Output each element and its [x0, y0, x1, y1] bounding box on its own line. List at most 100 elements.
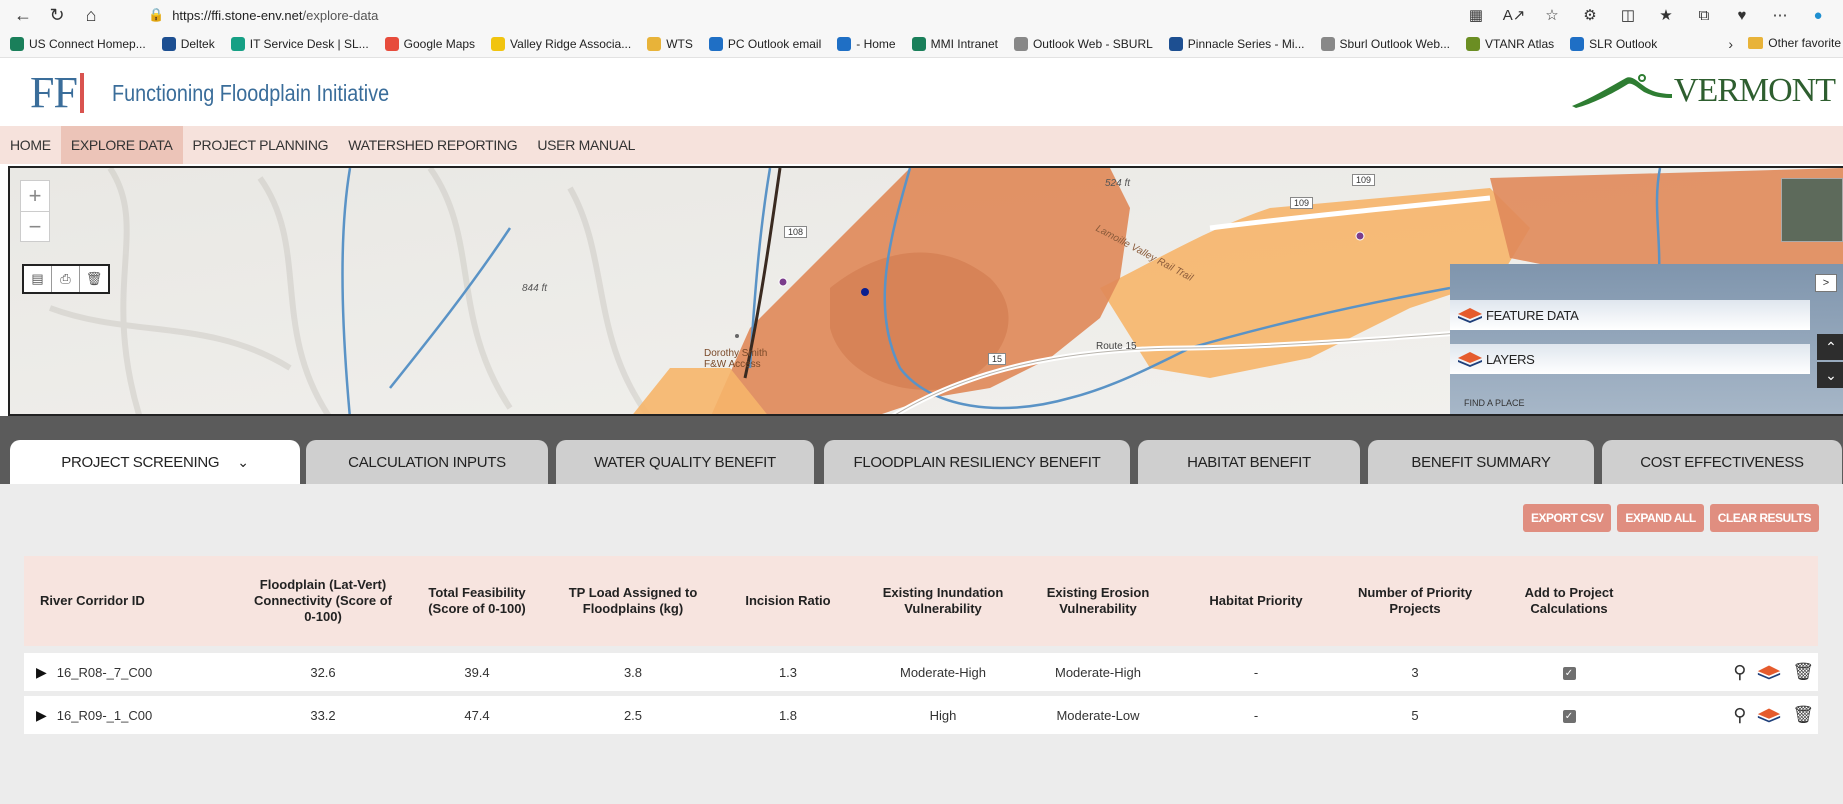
column-header: Total Feasibility (Score of 0-100)	[428, 585, 526, 616]
favorite-label: VTANR Atlas	[1485, 36, 1555, 51]
favorites-icon[interactable]: ★	[1647, 2, 1685, 28]
favorite-icon	[708, 36, 723, 51]
performance-icon[interactable]: ♥	[1723, 2, 1761, 28]
expand-row-icon[interactable]: ▶	[36, 664, 47, 681]
nav-item-project-planning[interactable]: PROJECT PLANNING	[183, 126, 339, 164]
print-icon[interactable]: ⎙	[52, 266, 80, 292]
ffi-logo[interactable]: FF	[30, 71, 84, 115]
expand-down-icon[interactable]: ⌄	[1817, 362, 1843, 388]
favorite-item[interactable]: Google Maps	[384, 36, 475, 51]
expand-all-button[interactable]: EXPAND ALL	[1617, 504, 1704, 532]
elevation-label-844: 844 ft	[522, 283, 548, 294]
tab-cost-effectiveness[interactable]: COST EFFECTIVENESS	[1602, 440, 1842, 484]
nav-item-home[interactable]: HOME	[0, 126, 61, 164]
table-row[interactable]: ▶ 16_R09-_1_C00 33.2 47.4 2.5 1.8 High Moderate…	[24, 696, 1818, 734]
trash-icon[interactable]: 🗑	[1792, 705, 1814, 725]
layers-row[interactable]: LAYERS	[1450, 344, 1810, 374]
favorite-label: - Home	[856, 36, 896, 51]
favorite-item[interactable]: Pinnacle Series - Mi...	[1168, 36, 1305, 51]
zoom-in-icon[interactable]: +	[21, 181, 49, 211]
main-nav: HOME EXPLORE DATA PROJECT PLANNING WATERSHE…	[0, 126, 1843, 164]
collections-icon[interactable]: ⧉	[1685, 2, 1723, 28]
tab-habitat-benefit[interactable]: HABITAT BENEFIT	[1138, 440, 1360, 484]
favorite-item[interactable]: PC Outlook email	[708, 36, 821, 51]
add-to-calculations-checkbox[interactable]: ✓	[1562, 710, 1576, 723]
measure-icon[interactable]: ▤	[24, 266, 52, 292]
url-path: /explore-data	[302, 7, 379, 23]
vermont-mountain-icon	[1571, 74, 1672, 108]
cell-tp-load: 2.5	[623, 707, 643, 723]
favorite-icon	[10, 36, 24, 51]
expand-row-icon[interactable]: ▶	[36, 707, 47, 724]
favorite-icon	[1466, 36, 1481, 51]
table-row[interactable]: ▶ 16_R08-_7_C00 32.6 39.4 3.8 1.3 Moderate-Hig…	[24, 653, 1818, 691]
tab-project-screening[interactable]: PROJECT SCREENING ⌄	[10, 440, 300, 484]
vermont-logo[interactable]: VERMONT	[1571, 72, 1836, 108]
favorite-icon	[491, 36, 506, 51]
favorite-icon	[1570, 36, 1585, 51]
cell-projects: 5	[1411, 707, 1419, 723]
more-icon[interactable]: ⋯	[1761, 2, 1799, 28]
tab-calculation-inputs[interactable]: CALCULATION INPUTS	[306, 440, 548, 484]
refresh-icon[interactable]: ↻	[40, 1, 74, 29]
favorite-item[interactable]: Outlook Web - SBURL	[1013, 36, 1153, 51]
address-bar[interactable]: 🔒 https://ffi.stone-env.net/explore-data	[148, 4, 378, 26]
layers-stack-icon[interactable]	[1756, 706, 1782, 724]
tab-floodplain-resiliency-benefit[interactable]: FLOODPLAIN RESILIENCY BENEFIT	[824, 440, 1130, 484]
favorite-star-icon[interactable]: ☆	[1533, 2, 1571, 28]
river-corridor-cell: ▶ 16_R09-_1_C00	[24, 707, 244, 724]
delete-icon[interactable]: 🗑	[80, 266, 108, 292]
cell-habitat: -	[1253, 664, 1259, 680]
export-csv-button[interactable]: EXPORT CSV	[1523, 504, 1612, 532]
favorite-item[interactable]: Valley Ridge Associa...	[491, 36, 631, 51]
cell-projects: 3	[1411, 664, 1419, 680]
expand-up-icon[interactable]: ⌃	[1817, 334, 1843, 360]
clear-results-button[interactable]: CLEAR RESULTS	[1709, 504, 1819, 532]
nav-item-watershed-reporting[interactable]: WATERSHED REPORTING	[338, 126, 527, 164]
favorite-item[interactable]: US Connect Homep...	[10, 36, 146, 51]
add-to-calculations-checkbox[interactable]: ✓	[1562, 667, 1576, 680]
favorite-item[interactable]: Deltek	[161, 36, 215, 51]
cell-connectivity: 32.6	[310, 664, 336, 680]
other-favorites[interactable]: Other favorite	[1748, 36, 1841, 50]
copilot-icon[interactable]: ●	[1799, 2, 1837, 28]
zoom-to-search-icon[interactable]: ⚲	[1733, 705, 1746, 726]
route-shield-109b: 109	[1290, 197, 1314, 209]
map-view[interactable]: 844 ft 524 ft Dorothy Smith F&W Access R…	[8, 166, 1843, 416]
favorite-icon	[1320, 36, 1335, 51]
favorite-item[interactable]: MMI Intranet	[911, 36, 998, 51]
logo-text: FF	[30, 68, 78, 117]
split-screen-icon[interactable]: ◫	[1609, 2, 1647, 28]
nav-item-user-manual[interactable]: USER MANUAL	[527, 126, 645, 164]
read-aloud-icon[interactable]: A↗	[1495, 2, 1533, 28]
favorite-item[interactable]: Sburl Outlook Web...	[1320, 36, 1450, 51]
tab-label: FLOODPLAIN RESILIENCY BENEFIT	[853, 453, 1101, 471]
extensions-icon[interactable]: ⚙	[1571, 2, 1609, 28]
basemap-thumbnail[interactable]	[1781, 178, 1843, 242]
favorite-item[interactable]: SLR Outlook	[1570, 36, 1657, 51]
back-icon[interactable]: ←	[6, 1, 40, 29]
zoom-to-search-icon[interactable]: ⚲	[1733, 662, 1746, 683]
trash-icon[interactable]: 🗑	[1792, 662, 1814, 682]
favorite-item[interactable]: VTANR Atlas	[1466, 36, 1555, 51]
favorites-bar: US Connect Homep... Deltek IT Service Desk…	[0, 30, 1843, 58]
favorite-label: US Connect Homep...	[29, 36, 146, 51]
zoom-out-icon[interactable]: −	[21, 211, 49, 241]
cell-erosion: Moderate-High	[1055, 664, 1141, 680]
feature-data-row[interactable]: FEATURE DATA	[1450, 300, 1810, 330]
cell-tp-load: 3.8	[623, 664, 643, 680]
chevron-down-icon[interactable]: ⌄	[237, 454, 249, 471]
favorite-item[interactable]: - Home	[837, 36, 896, 51]
home-icon[interactable]: ⌂	[74, 1, 108, 29]
favorites-overflow-icon[interactable]: ›	[1728, 36, 1733, 52]
panel-toggle-button[interactable]: >	[1815, 274, 1837, 292]
reader-view-icon[interactable]: ▦	[1457, 2, 1495, 28]
nav-item-explore-data[interactable]: EXPLORE DATA	[60, 126, 183, 164]
favorite-item[interactable]: IT Service Desk | SL...	[230, 36, 369, 51]
favorite-item[interactable]: WTS	[647, 36, 693, 51]
favorite-icon	[161, 36, 176, 51]
row-actions: ⚲ 🗑	[1648, 705, 1818, 726]
tab-water-quality-benefit[interactable]: WATER QUALITY BENEFIT	[556, 440, 814, 484]
layers-stack-icon[interactable]	[1756, 663, 1782, 681]
tab-benefit-summary[interactable]: BENEFIT SUMMARY	[1368, 440, 1594, 484]
